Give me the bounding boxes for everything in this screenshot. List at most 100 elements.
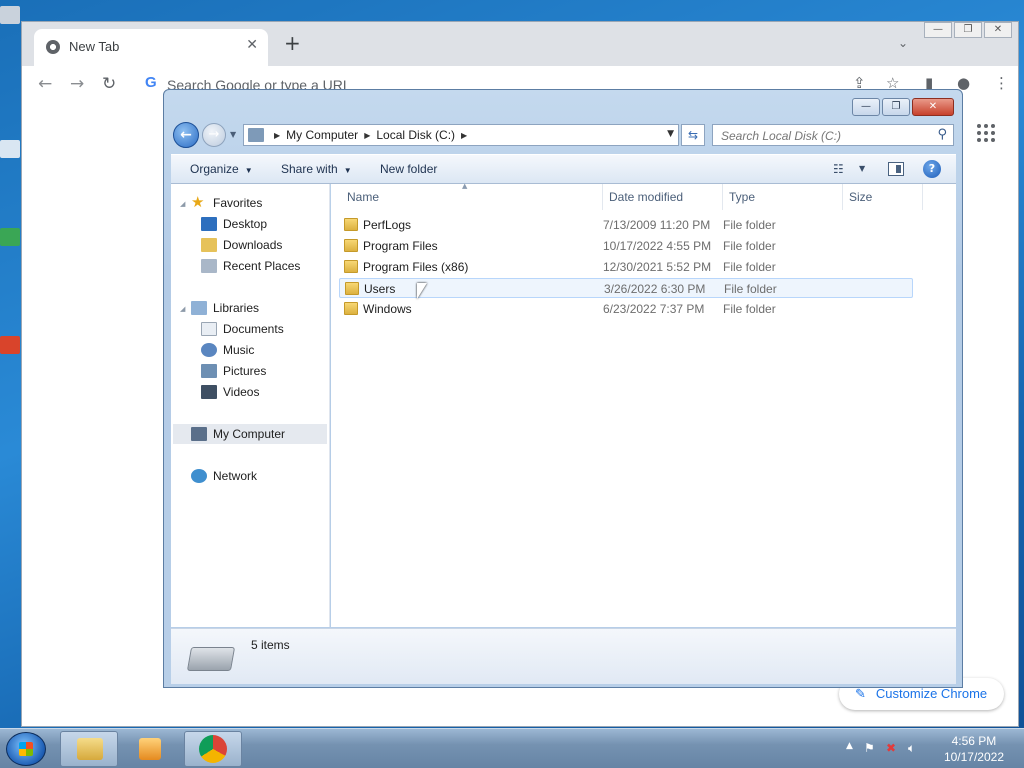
desktop-recycle-bin-icon[interactable] xyxy=(0,6,20,24)
sidebar-item-label: Videos xyxy=(223,385,260,399)
sidebar-item-label: Desktop xyxy=(223,217,268,231)
sidebar-item-music[interactable]: Music xyxy=(201,340,254,360)
sidebar-item-videos[interactable]: Videos xyxy=(201,382,259,402)
sidebar-item-pictures[interactable]: Pictures xyxy=(201,361,266,381)
folder-icon xyxy=(344,218,358,231)
back-button[interactable]: ← xyxy=(173,122,199,148)
sidebar-item-network[interactable]: Network xyxy=(191,466,257,486)
clock-time: 4:56 PM xyxy=(951,734,997,748)
preview-pane-icon[interactable] xyxy=(888,162,904,176)
expand-arrow-icon[interactable]: ◢ xyxy=(180,200,185,208)
minimize-button[interactable]: — xyxy=(924,22,952,38)
desktop-icon[interactable] xyxy=(0,228,20,246)
action-center-icon[interactable]: ⚑ xyxy=(864,741,875,755)
change-view-icon[interactable]: ☷ xyxy=(833,162,844,176)
menu-kebab-icon[interactable]: ⋮ xyxy=(994,74,1009,92)
sidebar-item-label: Documents xyxy=(223,322,284,336)
column-header-type[interactable]: Type xyxy=(723,184,843,210)
search-input[interactable]: Search Local Disk (C:) ⚲ xyxy=(712,124,954,146)
table-row[interactable]: Program Files (x86) 12/30/2021 5:52 PM F… xyxy=(339,257,913,277)
new-folder-button[interactable]: New folder xyxy=(380,162,437,176)
address-bar[interactable]: ▶ My Computer ▶ Local Disk (C:) ▶ ▼ xyxy=(243,124,679,146)
file-name: Users xyxy=(364,282,396,296)
forward-arrow-icon[interactable]: → xyxy=(70,74,84,94)
computer-icon xyxy=(248,128,264,142)
organize-button[interactable]: Organize ▼ xyxy=(190,162,253,176)
table-row[interactable]: Windows 6/23/2022 7:37 PM File folder xyxy=(339,299,913,319)
sidebar-item-my-computer[interactable]: My Computer xyxy=(173,424,327,444)
refresh-button[interactable]: ⇆ xyxy=(681,124,705,146)
start-button[interactable] xyxy=(6,732,46,766)
show-hidden-icons-chevron-icon[interactable]: ▲ xyxy=(846,741,853,751)
sidebar-item-recent-places[interactable]: Recent Places xyxy=(201,256,300,276)
view-options-chevron-icon[interactable]: ▼ xyxy=(859,164,865,173)
recent-pages-chevron-icon[interactable]: ▼ xyxy=(230,130,236,139)
hard-drive-icon xyxy=(186,647,236,671)
reload-icon[interactable]: ↻ xyxy=(102,74,116,94)
volume-icon[interactable]: 🔈︎ xyxy=(908,741,915,756)
table-row[interactable]: PerfLogs 7/13/2009 11:20 PM File folder xyxy=(339,215,913,235)
explorer-window: — ❐ ✕ ← → ▼ ▶ My Computer ▶ Local Disk (… xyxy=(163,89,963,688)
close-button[interactable]: ✕ xyxy=(984,22,1012,38)
breadcrumb-arrow-icon[interactable]: ▶ xyxy=(461,131,467,140)
computer-icon xyxy=(191,427,207,441)
google-apps-icon[interactable] xyxy=(977,124,995,142)
forward-button[interactable]: → xyxy=(202,123,226,147)
network-disconnected-icon[interactable]: ✖ xyxy=(886,741,896,755)
explorer-window-controls: — ❐ ✕ xyxy=(850,98,954,116)
file-date: 10/17/2022 4:55 PM xyxy=(603,239,712,253)
folder-icon xyxy=(344,302,358,315)
desktop-icon[interactable] xyxy=(0,336,20,354)
close-tab-icon[interactable]: ✕ xyxy=(246,37,258,53)
network-icon xyxy=(191,469,207,483)
file-type: File folder xyxy=(723,302,776,316)
sidebar-item-label: Recent Places xyxy=(223,259,301,273)
chevron-down-icon: ▼ xyxy=(244,166,253,175)
star-icon: ★ xyxy=(191,194,205,211)
sidebar-item-label: Network xyxy=(213,469,258,483)
table-row[interactable]: Program Files 10/17/2022 4:55 PM File fo… xyxy=(339,236,913,256)
expand-arrow-icon[interactable]: ◢ xyxy=(180,305,185,313)
sidebar-item-documents[interactable]: Documents xyxy=(201,319,284,339)
help-icon[interactable]: ? xyxy=(923,160,941,178)
new-tab-button[interactable]: + xyxy=(284,33,301,53)
tab-new-tab[interactable]: New Tab ✕ xyxy=(34,29,268,66)
downloads-folder-icon xyxy=(201,238,217,252)
sidebar-item-favorites[interactable]: ★ Favorites xyxy=(191,193,262,213)
sidebar-item-desktop[interactable]: Desktop xyxy=(201,214,267,234)
sidebar-item-downloads[interactable]: Downloads xyxy=(201,235,282,255)
media-player-icon xyxy=(139,738,161,760)
taskbar: ▲ ⚑ ✖ 🔈︎ 4:56 PM 10/17/2022 xyxy=(0,728,1024,768)
sidebar-item-label: Downloads xyxy=(223,238,283,252)
sidebar-item-libraries[interactable]: Libraries xyxy=(191,298,259,318)
desktop-icon xyxy=(201,217,217,231)
breadcrumb-arrow-icon[interactable]: ▶ xyxy=(364,131,370,140)
tab-title: New Tab xyxy=(69,39,120,54)
search-icon[interactable]: ⚲ xyxy=(937,127,947,142)
breadcrumb-my-computer[interactable]: My Computer xyxy=(286,128,358,142)
share-with-button[interactable]: Share with ▼ xyxy=(281,162,352,176)
column-header-name[interactable]: Name xyxy=(341,184,603,210)
maximize-button[interactable]: ❐ xyxy=(954,22,982,38)
taskbar-media-player-button[interactable] xyxy=(122,731,180,767)
breadcrumb-local-disk[interactable]: Local Disk (C:) xyxy=(376,128,455,142)
column-header-size[interactable]: Size xyxy=(843,184,923,210)
clock-date: 10/17/2022 xyxy=(943,750,1004,764)
address-dropdown-icon[interactable]: ▼ xyxy=(667,129,674,139)
minimize-button[interactable]: — xyxy=(852,98,880,116)
desktop-icon[interactable] xyxy=(0,140,20,158)
folder-icon xyxy=(344,239,358,252)
taskbar-chrome-button[interactable] xyxy=(184,731,242,767)
tab-search-chevron-icon[interactable]: ⌄ xyxy=(898,36,908,50)
chrome-favicon-icon xyxy=(46,40,60,54)
file-name: Windows xyxy=(363,302,412,316)
column-header-date-modified[interactable]: Date modified xyxy=(603,184,723,210)
google-icon: G xyxy=(145,74,157,91)
breadcrumb-arrow-icon[interactable]: ▶ xyxy=(274,131,280,140)
maximize-button[interactable]: ❐ xyxy=(882,98,910,116)
close-button[interactable]: ✕ xyxy=(912,98,954,116)
clock[interactable]: 4:56 PM 10/17/2022 xyxy=(944,733,1004,765)
taskbar-explorer-button[interactable] xyxy=(60,731,118,767)
pencil-icon: ✎ xyxy=(855,686,866,701)
back-arrow-icon[interactable]: ← xyxy=(38,74,52,94)
